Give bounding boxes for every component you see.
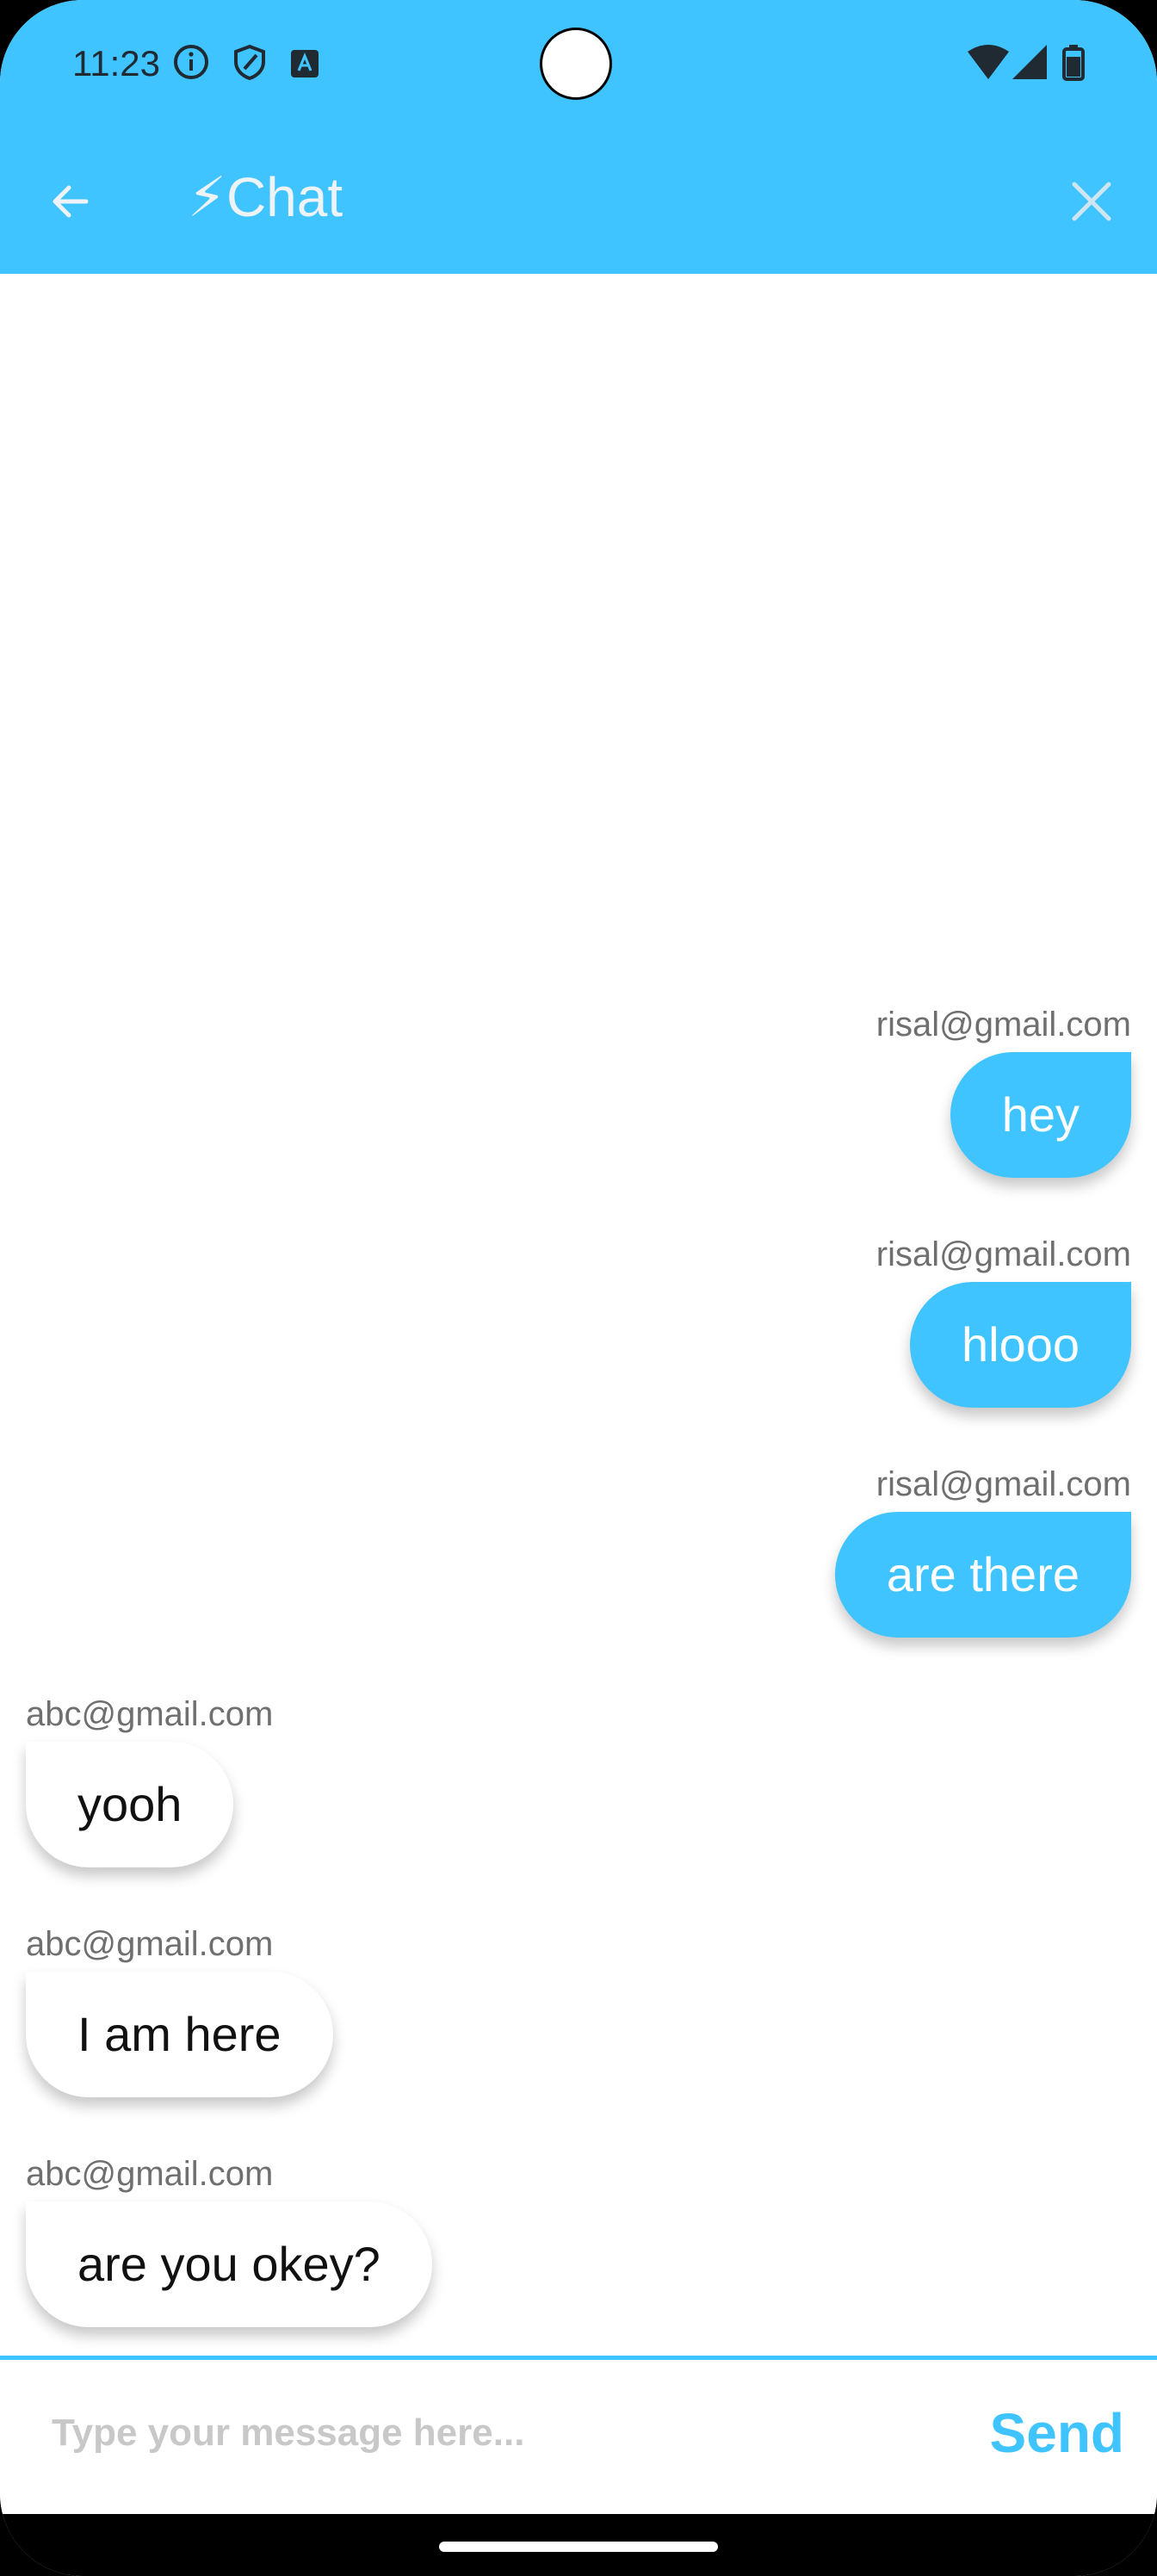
message-sender: abc@gmail.com bbox=[26, 1925, 274, 1963]
camera-cutout bbox=[540, 28, 612, 100]
battery-icon bbox=[1062, 45, 1085, 85]
app-bar: ⚡Chat bbox=[0, 129, 1157, 274]
message-bubble-sent[interactable]: are there bbox=[834, 1512, 1131, 1638]
message-bubble-received[interactable]: I am here bbox=[26, 1972, 333, 2097]
close-button[interactable] bbox=[1067, 177, 1116, 226]
app-title: ⚡Chat bbox=[188, 166, 343, 228]
status-bar: 11:23 bbox=[0, 0, 1157, 129]
signal-icon bbox=[1012, 45, 1047, 84]
home-indicator[interactable] bbox=[439, 2542, 718, 2552]
message-bubble-received[interactable]: are you okey? bbox=[26, 2201, 432, 2327]
message-composer: Send bbox=[0, 2356, 1157, 2514]
arrow-left-icon bbox=[53, 185, 89, 218]
shield-icon bbox=[231, 43, 269, 85]
message-sender: abc@gmail.com bbox=[26, 2155, 274, 2193]
message-bubble-sent[interactable]: hlooo bbox=[909, 1282, 1131, 1408]
message-sender: risal@gmail.com bbox=[875, 1235, 1131, 1273]
phone-screen: 11:23 ⚡Chat risal@gmail.com hey risal@gm… bbox=[0, 0, 1157, 2576]
message-input[interactable] bbox=[26, 2394, 947, 2472]
back-button[interactable] bbox=[43, 174, 98, 229]
message-bubble-sent[interactable]: hey bbox=[950, 1052, 1131, 1178]
close-icon bbox=[1072, 182, 1111, 221]
wifi-icon bbox=[968, 45, 1009, 84]
system-nav-bar bbox=[0, 2514, 1157, 2576]
status-time: 11:23 bbox=[72, 43, 160, 84]
keyboard-a-icon bbox=[289, 48, 320, 84]
send-button[interactable]: Send bbox=[990, 2401, 1124, 2465]
message-bubble-received[interactable]: yooh bbox=[26, 1742, 234, 1867]
message-sender: abc@gmail.com bbox=[26, 1695, 274, 1733]
message-sender: risal@gmail.com bbox=[875, 1006, 1131, 1043]
message-sender: risal@gmail.com bbox=[875, 1465, 1131, 1503]
info-icon bbox=[172, 43, 210, 85]
